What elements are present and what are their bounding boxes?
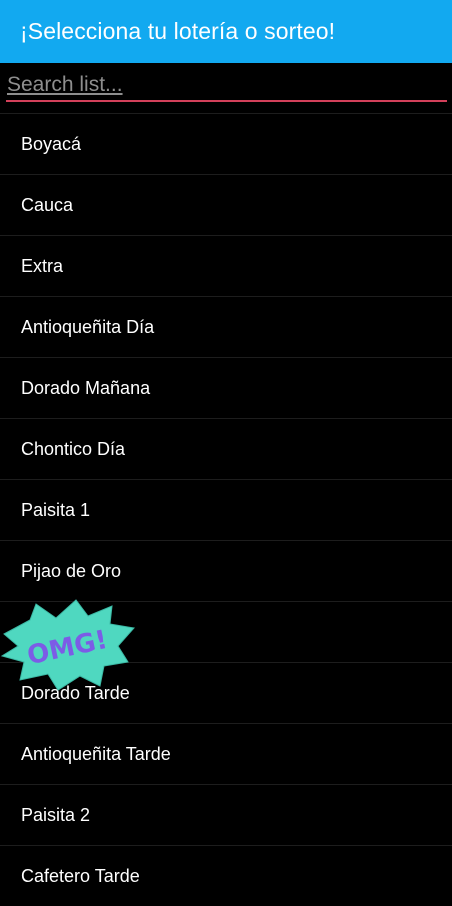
omg-sticker: OMG! [0,599,135,691]
list-item-label: Cafetero Tarde [21,865,140,886]
list-item-label: Boyacá [21,133,82,154]
list-item[interactable]: Boyacá [0,113,452,174]
app-bar: ¡Selecciona tu lotería o sorteo! [0,0,452,63]
list-item[interactable]: Antioqueñita Tarde [0,723,452,784]
list-item-label: Paisita 2 [21,804,91,825]
list-item[interactable]: Antioqueñita Día [0,296,452,357]
list-item-label: Antioqueñita Día [21,316,155,337]
list-item[interactable]: Cauca [0,174,452,235]
list-item-label: Cauca [21,194,74,215]
list-item[interactable]: Chontico Día [0,418,452,479]
lottery-list: Boyacá Cauca Extra Antioqueñita Día Dora… [0,113,452,906]
list-item-label: Dorado Mañana [21,377,151,398]
list-item-label: Chontico Día [21,438,126,459]
list-item-label: Antioqueñita Tarde [21,743,171,764]
list-item[interactable]: Cafetero Tarde [0,845,452,906]
list-item-label: Pijao de Oro [21,560,122,581]
list-item[interactable]: Pijao de Oro [0,540,452,601]
list-item[interactable]: Dorado Mañana [0,357,452,418]
list-item-label: Extra [21,255,64,276]
list-item[interactable]: Extra [0,235,452,296]
page-title: ¡Selecciona tu lotería o sorteo! [20,18,336,44]
list-item[interactable]: Paisita 2 [0,784,452,845]
search-bar [0,63,452,113]
search-input[interactable] [6,72,447,102]
list-item-label: Paisita 1 [21,499,91,520]
list-item[interactable]: Paisita 1 [0,479,452,540]
